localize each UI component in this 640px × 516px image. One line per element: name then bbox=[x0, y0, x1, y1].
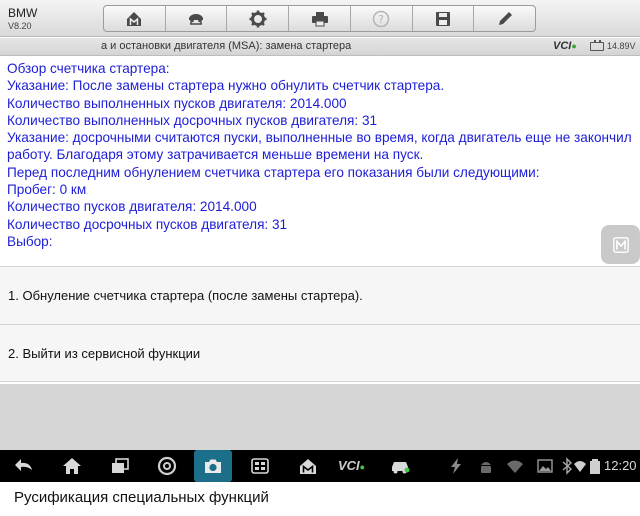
home-button[interactable] bbox=[104, 6, 166, 31]
vci-label: VCI bbox=[553, 40, 572, 52]
camera-icon bbox=[205, 459, 221, 473]
android-indicator bbox=[474, 455, 498, 477]
system-clock: 12:20 bbox=[604, 458, 637, 473]
info-text-panel: Обзор счетчика стартера: Указание: После… bbox=[7, 60, 633, 250]
toolbar-button-group: ? bbox=[103, 5, 536, 32]
wifi-signal-indicator bbox=[573, 455, 587, 477]
app-brand: BMW V8.20 bbox=[8, 6, 37, 32]
chrome-icon bbox=[157, 456, 177, 476]
top-toolbar: BMW V8.20 ? bbox=[0, 0, 640, 37]
app-version: V8.20 bbox=[8, 21, 32, 31]
print-button[interactable] bbox=[289, 6, 351, 31]
settings-gear-icon bbox=[249, 10, 267, 27]
vehicle-nav-button[interactable] bbox=[388, 455, 412, 477]
back-button[interactable] bbox=[12, 455, 36, 477]
app-grid-icon bbox=[251, 458, 269, 474]
screenshot-button[interactable] bbox=[201, 455, 225, 477]
battery-indicator bbox=[588, 455, 602, 477]
info-line: Количество пусков двигателя: 2014.000 bbox=[7, 199, 257, 215]
option-reset-starter-counter[interactable]: 1. Обнуление счетчика стартера (после за… bbox=[0, 266, 640, 324]
lightning-icon bbox=[451, 458, 461, 474]
home-icon bbox=[63, 458, 81, 474]
home-nav-button[interactable] bbox=[60, 455, 84, 477]
option-exit-service-function[interactable]: 2. Выйти из сервисной функции bbox=[0, 324, 640, 382]
info-line: Обзор счетчика стартера: bbox=[7, 61, 170, 76]
save-button[interactable] bbox=[413, 6, 475, 31]
vci-nav-button[interactable]: VCI● bbox=[338, 458, 365, 473]
car-lift-icon bbox=[189, 13, 204, 25]
image-caption: Русификация специальных функций bbox=[14, 489, 269, 506]
info-line: Перед последним обнулением счетчика стар… bbox=[7, 164, 540, 180]
image-icon bbox=[537, 459, 553, 473]
vehicle-button[interactable] bbox=[166, 6, 228, 31]
recent-apps-button[interactable] bbox=[108, 455, 132, 477]
edit-button[interactable] bbox=[474, 6, 535, 31]
empty-area bbox=[0, 384, 640, 450]
help-button[interactable]: ? bbox=[351, 6, 413, 31]
printer-icon bbox=[311, 11, 328, 26]
android-icon bbox=[481, 462, 491, 473]
info-line: Выбор: bbox=[7, 233, 53, 249]
battery-icon bbox=[590, 459, 600, 474]
options-list: 1. Обнуление счетчика стартера (после за… bbox=[0, 266, 640, 382]
system-nav-bar: VCI● 12:20 bbox=[0, 450, 640, 482]
svg-text:?: ? bbox=[378, 13, 384, 26]
pencil-icon bbox=[498, 11, 512, 25]
settings-button[interactable] bbox=[227, 6, 290, 31]
gallery-indicator bbox=[533, 455, 557, 477]
car-icon bbox=[392, 462, 410, 474]
wifi-indicator bbox=[503, 455, 527, 477]
info-line: Количество досрочных пусков двигателя: 3… bbox=[7, 216, 288, 232]
function-title-bar: а и остановки двигателя (MSA): замена ст… bbox=[0, 38, 640, 56]
app-grid-button[interactable] bbox=[248, 455, 272, 477]
wifi-icon bbox=[507, 460, 523, 473]
info-line: Указание: После замены стартера нужно об… bbox=[7, 78, 445, 94]
maxisys-m-icon bbox=[300, 459, 316, 474]
flash-indicator bbox=[444, 455, 468, 477]
info-line: Количество выполненных пусков двигателя:… bbox=[7, 95, 347, 111]
maxisys-m-icon bbox=[612, 236, 629, 253]
browser-button[interactable] bbox=[155, 455, 179, 477]
maxisys-button[interactable] bbox=[296, 455, 320, 477]
info-line: Количество выполненных досрочных пусков … bbox=[7, 112, 378, 128]
vci-connected-icon: ● bbox=[571, 41, 577, 51]
back-arrow-icon bbox=[15, 459, 32, 471]
home-icon bbox=[127, 11, 142, 26]
function-title: а и остановки двигателя (MSA): замена ст… bbox=[101, 40, 352, 52]
vci-nav-label: VCI bbox=[338, 458, 360, 473]
vci-status: VCI● bbox=[553, 40, 577, 52]
bluetooth-indicator bbox=[560, 455, 574, 477]
wifi-signal-icon bbox=[574, 461, 586, 472]
battery-voltage: 14.89V bbox=[607, 41, 636, 51]
info-line: Указание: досрочными считаются пуски, вы… bbox=[7, 130, 632, 163]
save-icon bbox=[435, 11, 450, 26]
info-line: Пробег: 0 км bbox=[7, 182, 87, 198]
help-icon: ? bbox=[372, 10, 390, 27]
battery-icon bbox=[590, 40, 604, 51]
vci-connected-icon: ● bbox=[359, 462, 366, 472]
recent-apps-icon bbox=[112, 458, 129, 473]
floating-menu-button[interactable] bbox=[601, 225, 640, 264]
app-name: BMW bbox=[8, 6, 38, 20]
bluetooth-icon bbox=[562, 457, 573, 475]
